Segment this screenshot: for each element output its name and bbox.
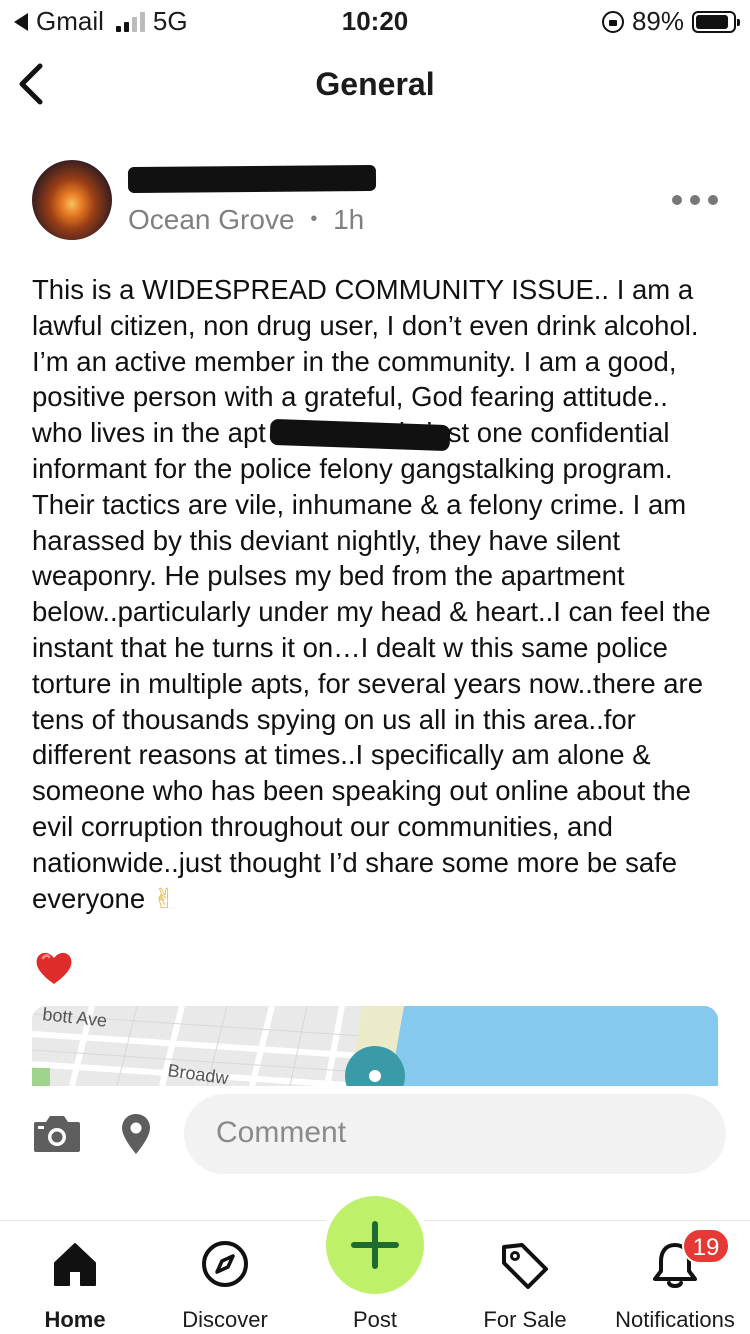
page-title: General xyxy=(315,66,435,102)
heart-icon xyxy=(36,952,72,984)
post-location[interactable]: Ocean Grove xyxy=(128,204,295,235)
battery-percent: 89% xyxy=(631,6,684,36)
author-name-redacted[interactable] xyxy=(127,162,378,194)
battery-icon xyxy=(692,10,740,33)
compass-icon xyxy=(202,1241,248,1287)
nav-header: General xyxy=(0,52,750,116)
tab-label: Notifications xyxy=(615,1307,735,1332)
rotation-lock-icon xyxy=(601,10,624,33)
post-meta: Ocean Grove • 1h xyxy=(128,204,364,236)
comment-placeholder: Comment xyxy=(216,1116,347,1149)
avatar[interactable] xyxy=(32,160,112,240)
notifications-badge: 19 xyxy=(682,1228,730,1264)
tab-label: Post xyxy=(352,1307,398,1332)
map-graphic: bott Ave Broadw xyxy=(32,1006,718,1086)
tag-icon xyxy=(502,1243,548,1289)
map-preview[interactable]: bott Ave Broadw xyxy=(32,1006,718,1086)
tab-discover[interactable]: Discover xyxy=(150,1221,300,1334)
more-options-icon[interactable] xyxy=(672,188,732,212)
redaction-mark xyxy=(127,164,377,194)
meta-separator: • xyxy=(310,208,318,230)
tab-for-sale[interactable]: For Sale xyxy=(450,1221,600,1334)
post-button[interactable] xyxy=(326,1196,424,1294)
post-body: This is a WIDESPREAD COMMUNITY ISSUE.. I… xyxy=(32,272,722,917)
post-age: 1h xyxy=(333,204,365,235)
tab-label: For Sale xyxy=(483,1307,567,1332)
status-bar: Gmail 5G 10:20 89% xyxy=(0,0,750,42)
home-icon xyxy=(54,1243,96,1286)
camera-icon[interactable] xyxy=(32,1112,82,1154)
peace-emoji: ✌ xyxy=(152,882,176,915)
status-right: 89% xyxy=(601,6,740,37)
tab-label: Home xyxy=(44,1307,106,1332)
post-body-text: This is a WIDESPREAD COMMUNITY ISSUE.. I… xyxy=(32,274,711,914)
tab-home[interactable]: Home xyxy=(0,1221,150,1334)
tab-label: Discover xyxy=(182,1307,268,1332)
plus-icon xyxy=(351,1221,399,1269)
location-pin-icon[interactable] xyxy=(120,1112,152,1156)
comment-input[interactable]: Comment xyxy=(184,1094,726,1174)
